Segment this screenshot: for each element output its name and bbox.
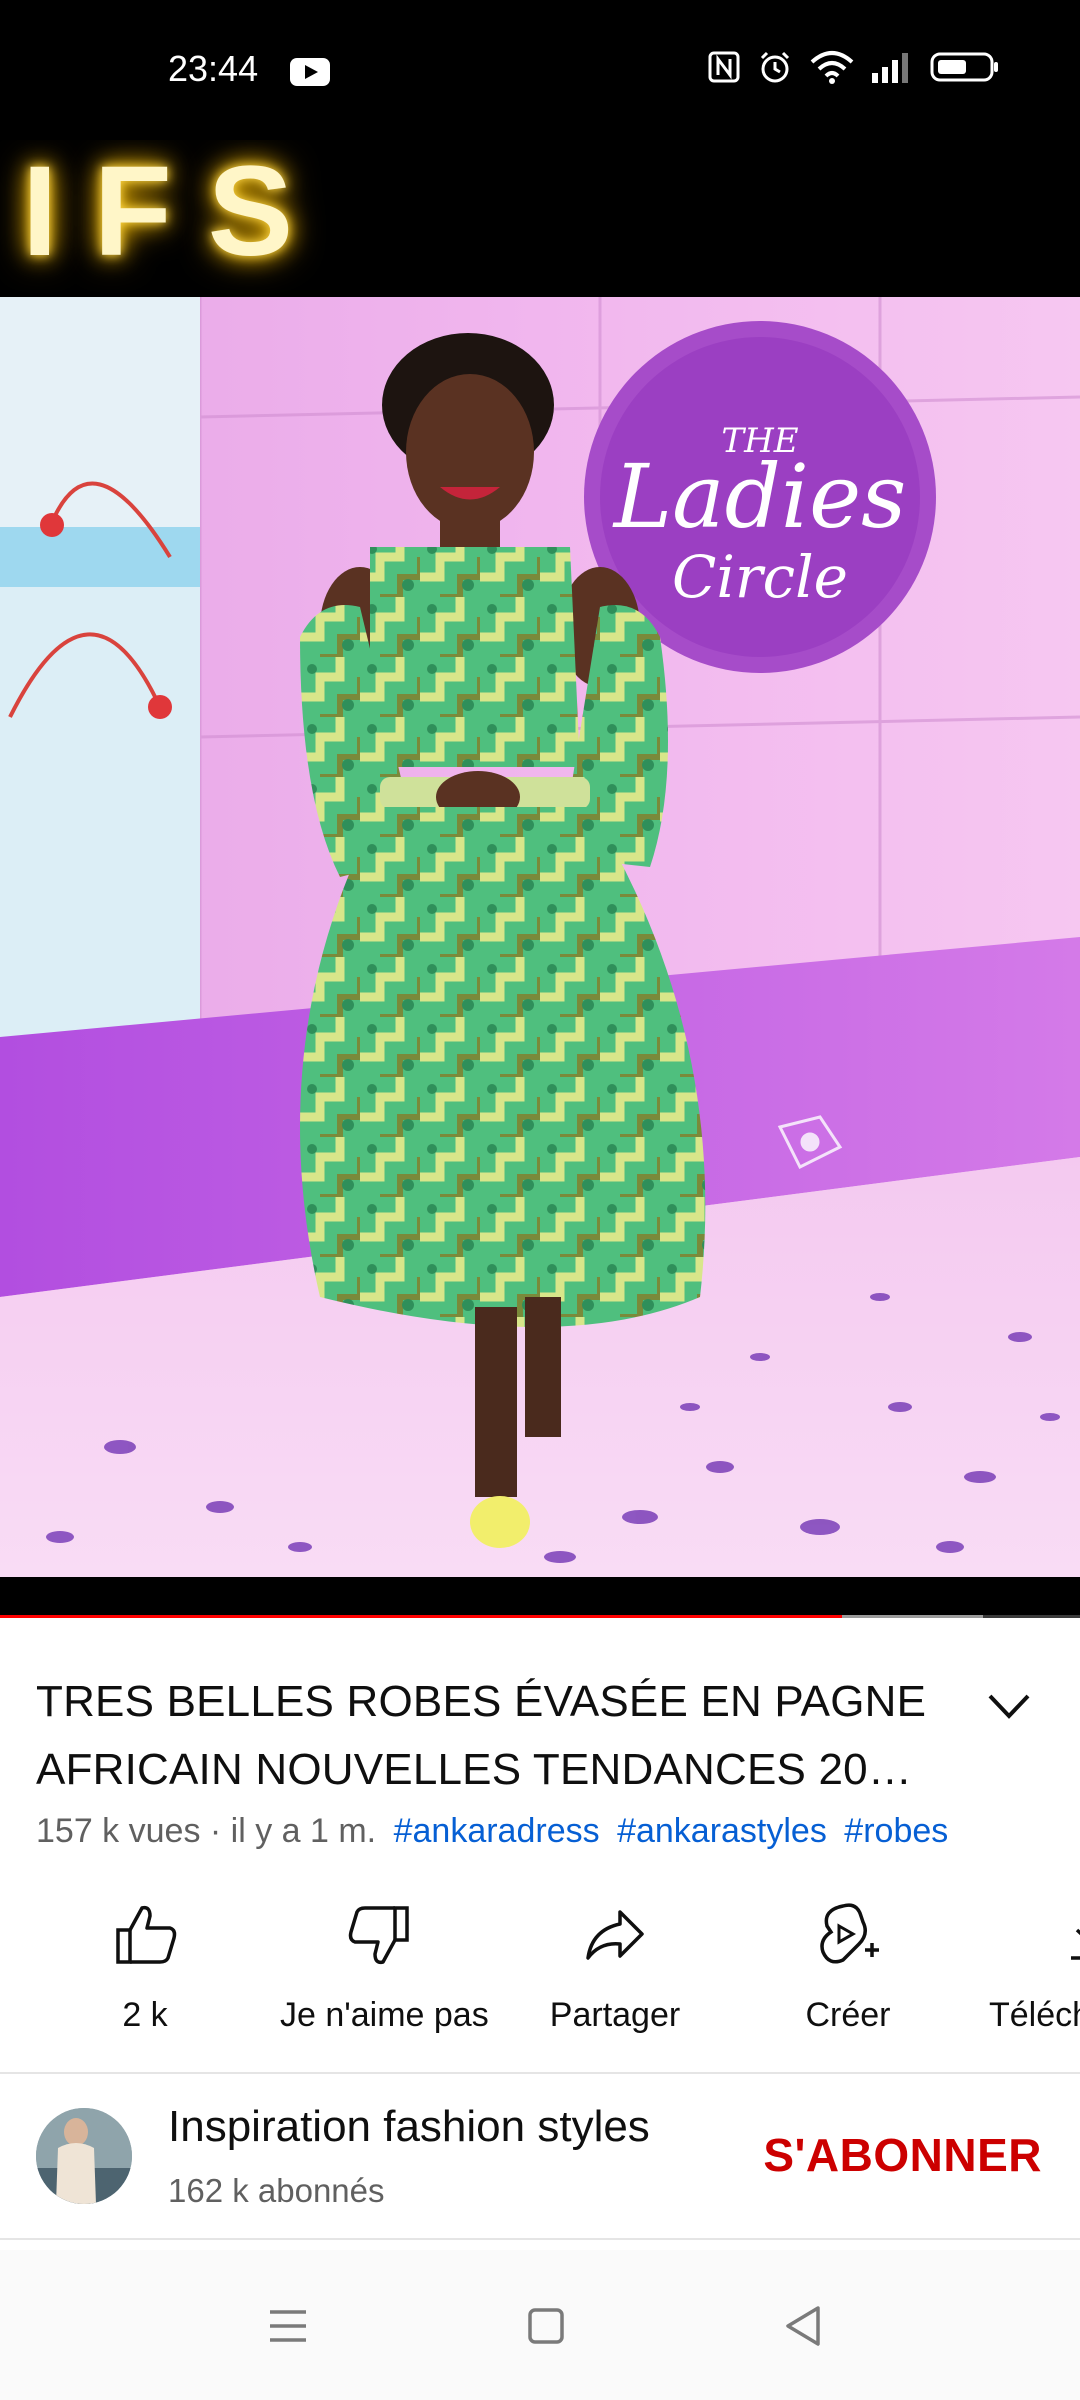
download-label: Téléch <box>989 1996 1080 2034</box>
action-bar: 2 k Je n'aime pas Partager Créer Téléch <box>0 1900 1080 2050</box>
video-title[interactable]: TRES BELLES ROBES ÉVASÉE EN PAGNE AFRICA… <box>36 1668 936 1804</box>
set-sign-line-3: Circle <box>672 543 848 611</box>
status-bar: 23:44 <box>0 0 1080 140</box>
signal-icon <box>872 53 908 83</box>
status-icons <box>708 50 1000 84</box>
video-progress-fill <box>0 1615 843 1618</box>
avatar-image <box>36 2108 132 2204</box>
hashtag-link[interactable]: #robes <box>844 1812 948 1850</box>
thumbs-up-icon <box>116 1905 177 1964</box>
chevron-down-icon[interactable] <box>984 1686 1034 1726</box>
video-meta: 157 k vues · il y a 1 m. #ankaradress #a… <box>36 1812 948 1851</box>
download-button[interactable]: Téléch <box>975 1900 1080 2035</box>
views-and-date: 157 k vues · il y a 1 m. <box>36 1812 377 1850</box>
thumbs-down-icon <box>348 1906 409 1965</box>
video-scene: THE Ladies Circle <box>0 297 1080 1577</box>
divider <box>0 2072 1080 2074</box>
alarm-icon <box>760 51 790 83</box>
hashtag-link[interactable]: #ankaradress <box>394 1812 600 1850</box>
channel-name[interactable]: Inspiration fashion styles <box>168 2102 650 2152</box>
create-label: Créer <box>805 1996 891 2034</box>
like-count: 2 k <box>122 1996 168 2034</box>
dislike-button[interactable]: Je n'aime pas <box>280 1900 489 2035</box>
channel-avatar[interactable] <box>36 2108 132 2204</box>
download-icon <box>1071 1928 1080 1960</box>
share-button[interactable]: Partager <box>515 1900 715 2035</box>
subscriber-count: 162 k abonnés <box>168 2172 385 2209</box>
divider <box>0 2238 1080 2240</box>
share-label: Partager <box>549 1996 681 2034</box>
system-nav-bar <box>0 2250 1080 2400</box>
hashtag-link[interactable]: #ankarastyles <box>617 1812 827 1850</box>
back-triangle-icon[interactable] <box>774 2296 834 2356</box>
like-button[interactable]: 2 k <box>45 1900 245 2035</box>
wifi-icon <box>810 51 854 84</box>
dislike-label: Je n'aime pas <box>280 1996 489 2034</box>
youtube-notification-icon <box>290 58 330 86</box>
video-player[interactable]: IFS THE Ladies Circle <box>0 140 1080 1618</box>
share-arrow-icon <box>586 1910 644 1960</box>
nfc-icon <box>708 51 740 83</box>
video-overlay-text: IFS <box>22 140 330 283</box>
home-square-icon[interactable] <box>516 2296 576 2356</box>
video-frame[interactable]: THE Ladies Circle <box>0 297 1080 1577</box>
create-button[interactable]: Créer <box>748 1900 948 2035</box>
battery-icon <box>930 52 998 82</box>
video-progress-bar[interactable] <box>0 1615 1080 1618</box>
status-time: 23:44 <box>168 48 259 89</box>
subscribe-button[interactable]: S'ABONNER <box>763 2128 1042 2182</box>
video-top-banner: IFS <box>0 140 1080 297</box>
create-short-icon <box>820 1903 879 1964</box>
menu-icon[interactable] <box>258 2296 318 2356</box>
set-sign-line-2: Ladies <box>612 445 907 548</box>
